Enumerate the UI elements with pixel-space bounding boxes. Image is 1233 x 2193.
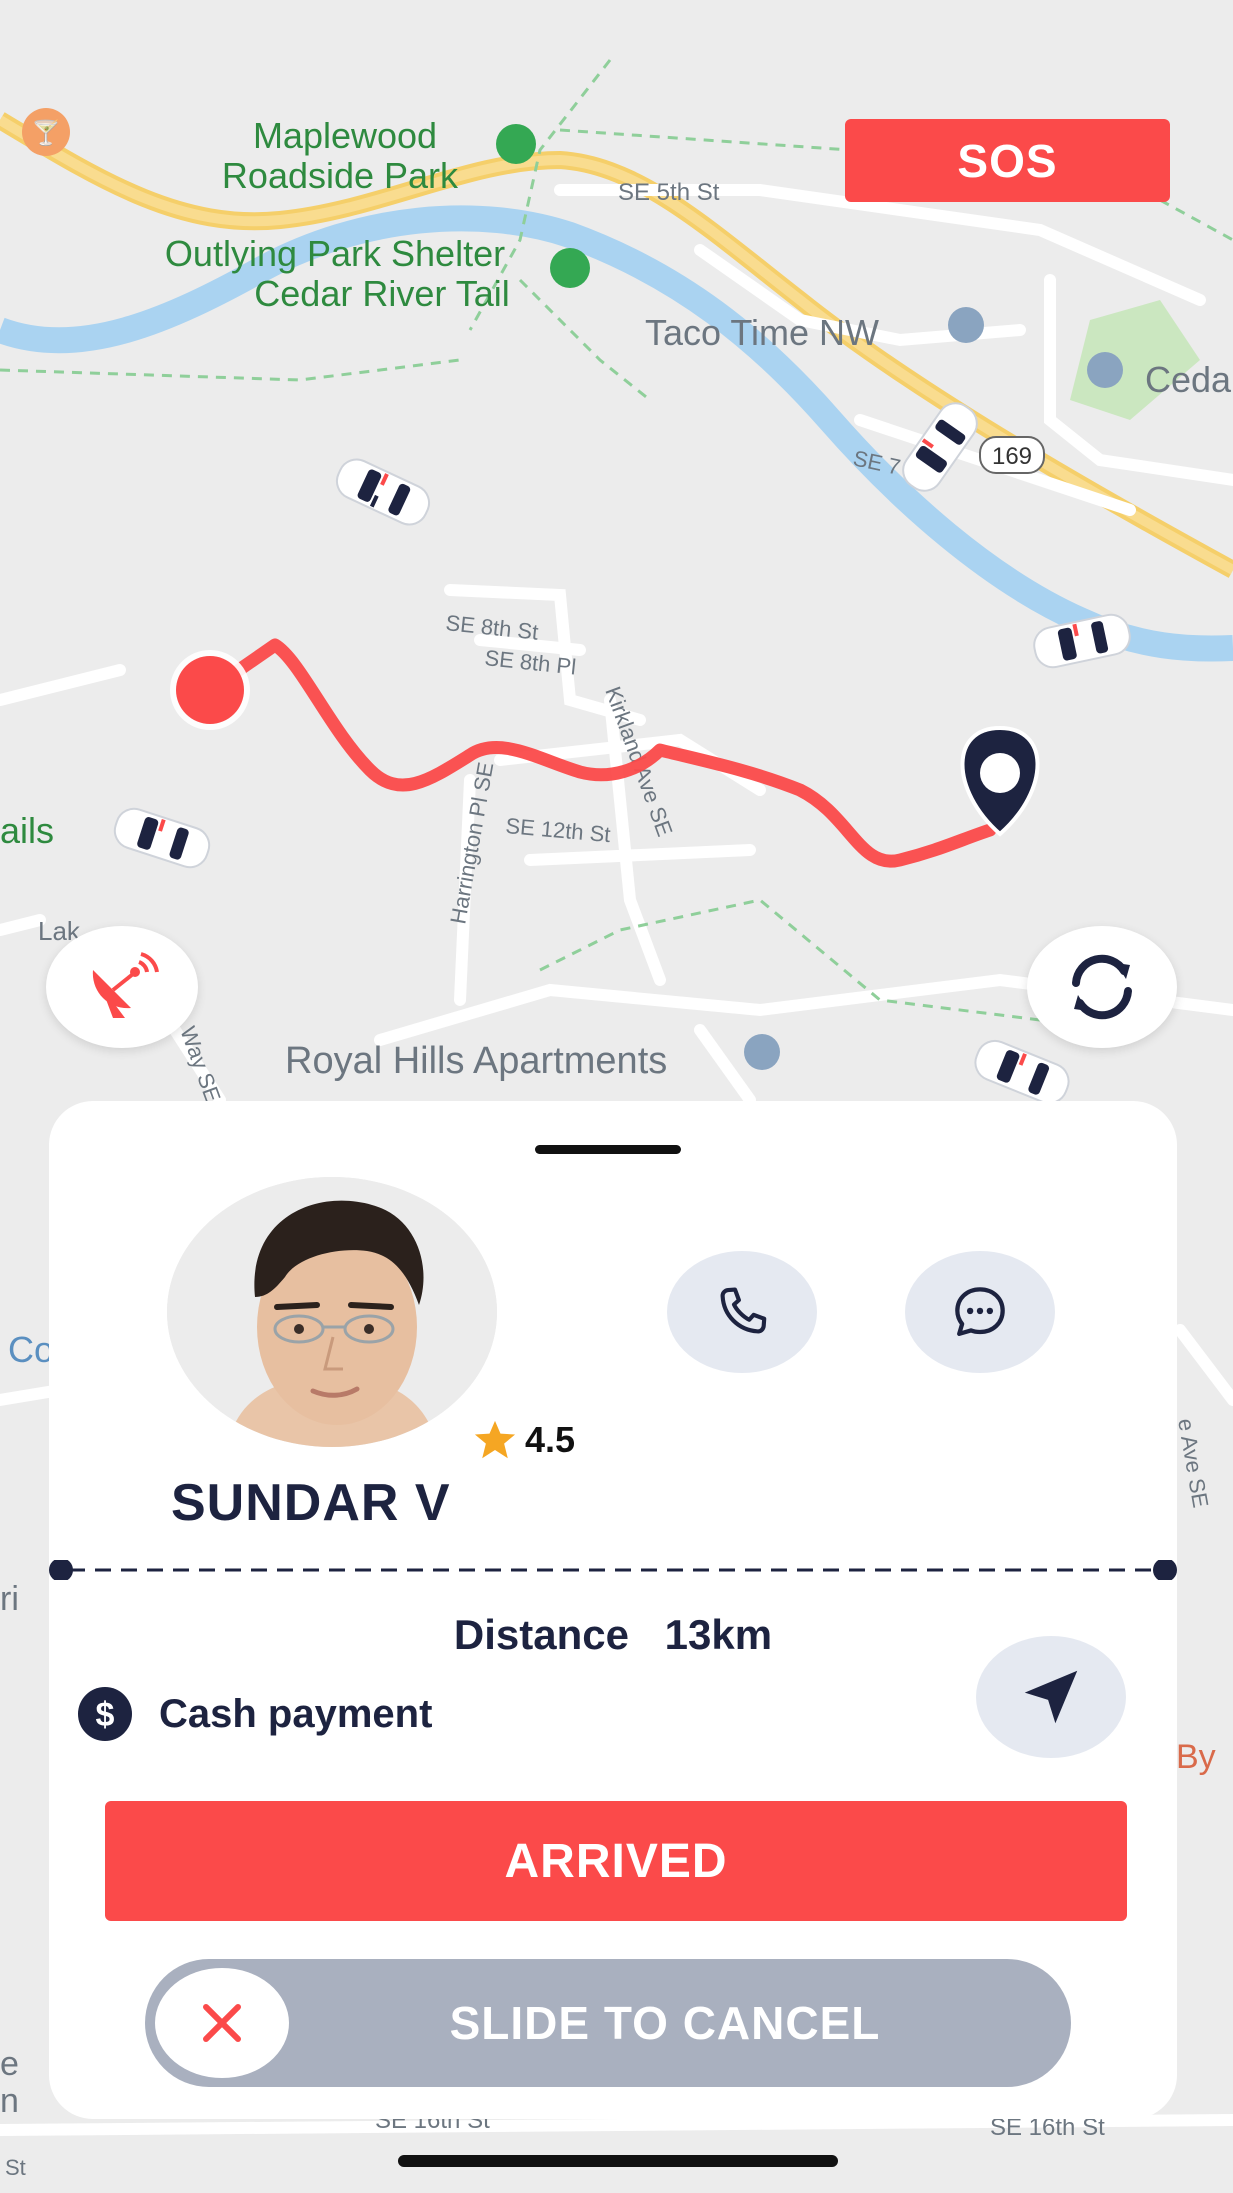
map-label-partial: ri — [0, 1580, 19, 1618]
map-label-park: Roadside Park — [222, 155, 459, 196]
chat-button[interactable] — [905, 1251, 1055, 1373]
driver-rating: 4.5 — [473, 1419, 575, 1461]
chat-icon — [955, 1287, 1005, 1336]
map-label-apartments: Royal Hills Apartments — [285, 1040, 667, 1082]
phone-icon — [720, 1287, 767, 1334]
map-label-shelter: Outlying Park Shelter — [165, 233, 505, 274]
slide-cancel-handle[interactable] — [155, 1968, 289, 2078]
avatar — [167, 1177, 497, 1447]
sos-button[interactable]: SOS — [845, 119, 1170, 202]
map-label-trails: ails — [0, 810, 54, 851]
rating-value: 4.5 — [525, 1419, 576, 1460]
call-button[interactable] — [667, 1251, 817, 1373]
svg-text:$: $ — [96, 1696, 115, 1734]
slide-to-cancel[interactable]: SLIDE TO CANCEL — [145, 1959, 1071, 2087]
map-label-park: Maplewood — [253, 115, 437, 156]
arrived-button[interactable]: ARRIVED — [105, 1801, 1127, 1921]
navigation-arrow-icon — [1024, 1670, 1078, 1724]
map-label-partial: By — [1176, 1738, 1216, 1776]
map-label-partial: e — [0, 2045, 19, 2083]
dollar-icon: $ — [78, 1687, 132, 1741]
distance-value: 13km — [664, 1611, 773, 1658]
svg-text:🍸: 🍸 — [31, 118, 61, 147]
map-label-place: Ceda — [1145, 359, 1232, 400]
map-label-shelter: Cedar River Tail — [254, 273, 509, 314]
distance-label: Distance — [453, 1611, 629, 1658]
navigate-button[interactable] — [976, 1636, 1126, 1758]
star-icon — [474, 1420, 516, 1459]
sheet-drag-handle[interactable] — [535, 1145, 681, 1154]
trip-bottom-sheet: 4.5 SUNDAR V Distance 13km $ Cash paymen… — [49, 1101, 1177, 2119]
map-label-partial: St — [5, 2155, 26, 2180]
map-label-partial: n — [0, 2082, 19, 2120]
route-shield: 169 — [992, 443, 1032, 470]
payment-method: $ Cash payment — [77, 1686, 432, 1742]
driver-name: SUNDAR V — [171, 1474, 451, 1532]
home-indicator — [398, 2155, 838, 2167]
ticket-divider — [49, 1560, 1177, 1580]
map-label-partial: Co — [8, 1329, 54, 1370]
origin-dot-icon — [170, 650, 250, 730]
close-icon — [203, 2004, 241, 2042]
refresh-button[interactable] — [1027, 926, 1177, 1048]
refresh-icon — [1072, 954, 1132, 1020]
satellite-dish-icon — [92, 952, 159, 1018]
street-label: SE 5th St — [618, 179, 720, 206]
map-label-restaurant: Taco Time NW — [645, 312, 879, 353]
radar-button[interactable] — [46, 926, 198, 1048]
slide-cancel-label: SLIDE TO CANCEL — [449, 1997, 881, 2049]
payment-label: Cash payment — [159, 1691, 433, 1736]
